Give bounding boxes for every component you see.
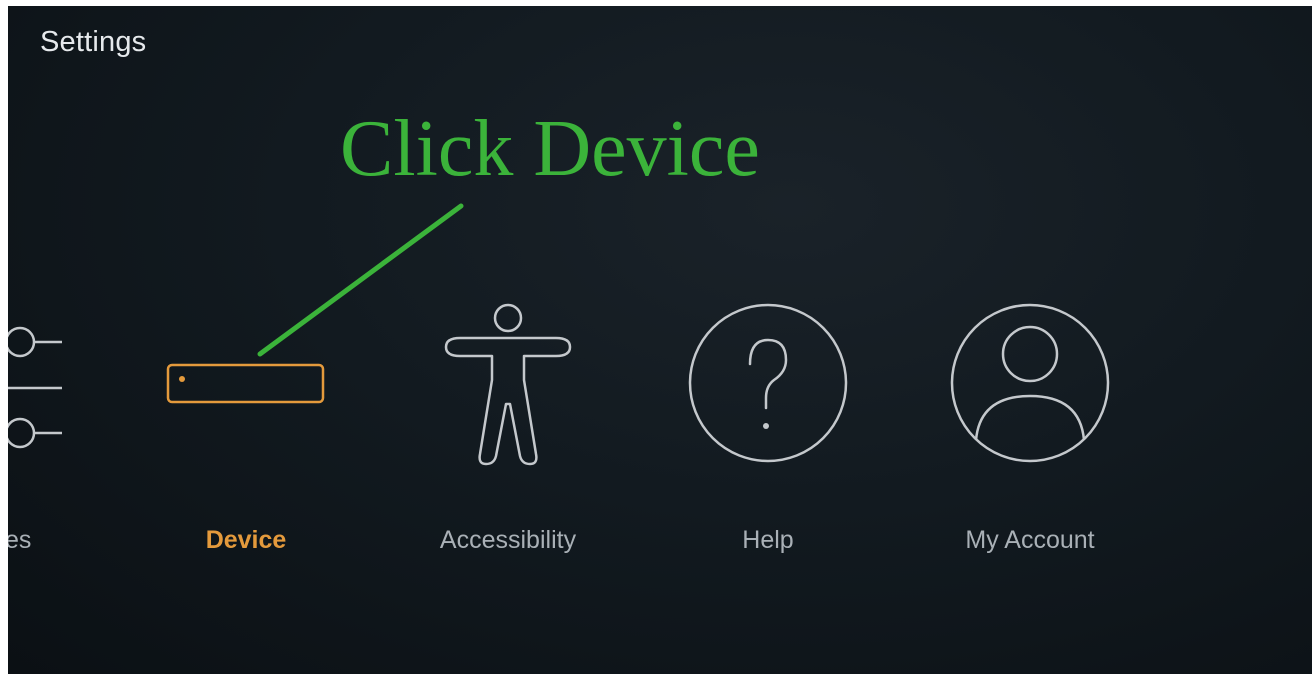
menu-item-label: Device (205, 526, 287, 554)
menu-item-accessibility[interactable]: Accessibility (418, 296, 598, 576)
menu-item-label: Help (742, 526, 794, 554)
menu-item-label: nces (8, 526, 32, 554)
menu-item-label: Accessibility (439, 526, 577, 554)
menu-item-help[interactable]: Help (688, 296, 848, 576)
sliders-icon (8, 326, 62, 449)
user-circle-icon (950, 303, 1110, 463)
device-box-icon (166, 363, 325, 404)
menu-item-label: My Account (965, 526, 1095, 554)
question-circle-icon (688, 303, 848, 463)
menu-item-my-account[interactable]: My Account (950, 296, 1110, 576)
menu-item-preferences[interactable]: nces (8, 296, 78, 576)
accessibility-person-icon (444, 303, 572, 466)
menu-item-device[interactable]: Device (166, 296, 326, 576)
settings-screen: Settings Click Device nces Device (8, 6, 1312, 674)
